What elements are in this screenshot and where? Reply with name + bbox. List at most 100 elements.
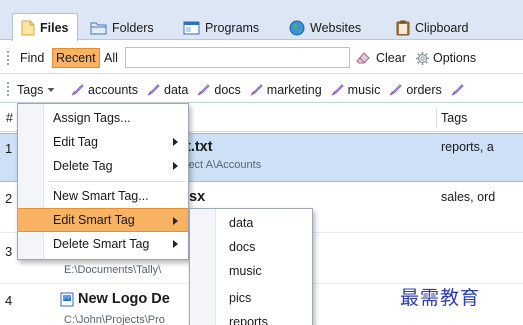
submenu-item-data[interactable]: data — [190, 211, 312, 235]
tag-label: data — [164, 82, 189, 97]
menu-item-label: Edit Tag — [53, 135, 98, 149]
tab-programs-label: Programs — [205, 20, 260, 35]
menu-separator — [48, 181, 185, 182]
tag-music[interactable]: music — [330, 82, 381, 97]
tag-icon — [451, 84, 464, 96]
eraser-icon — [356, 52, 370, 64]
tab-files[interactable]: Files — [12, 13, 78, 41]
row-title: sx — [189, 189, 205, 205]
row-number: 1 — [5, 141, 13, 156]
submenu-arrow-icon — [173, 240, 178, 248]
tag-marketing[interactable]: marketing — [249, 82, 322, 97]
tab-bar: Files Folders Programs Websites Clipboar… — [0, 0, 523, 41]
tag-orders[interactable]: orders — [388, 82, 442, 97]
tags-context-menu: Assign Tags... Edit Tag Delete Tag New S… — [17, 103, 189, 260]
chevron-down-icon — [47, 87, 55, 92]
menu-item-delete-smart-tag[interactable]: Delete Smart Tag — [18, 232, 188, 256]
tag-partial[interactable] — [450, 82, 465, 97]
tab-websites-label: Websites — [310, 20, 362, 35]
row-tags: sales, ord — [441, 190, 496, 204]
tag-label: marketing — [266, 82, 322, 97]
row-tags: reports, a — [441, 140, 494, 154]
submenu-item-pics[interactable]: pics — [190, 286, 312, 310]
image-file-icon — [60, 292, 74, 306]
tags-toolbar: Tags accounts data docs marketing music … — [0, 75, 523, 103]
submenu-item-label: music — [229, 264, 262, 278]
tab-folders[interactable]: Folders — [82, 15, 162, 40]
all-button[interactable]: All — [101, 48, 121, 68]
menu-item-label: New Smart Tag... — [53, 189, 149, 203]
tab-folders-label: Folders — [112, 20, 154, 35]
tags-label: Tags — [17, 82, 44, 97]
recent-button[interactable]: Recent — [52, 48, 100, 68]
tab-clipboard[interactable]: Clipboard — [388, 15, 477, 40]
row-title: New Logo De — [60, 291, 170, 307]
globe-icon — [289, 20, 305, 35]
row-path: E:\Documents\Tally\ — [64, 264, 162, 276]
tab-files-label: Files — [40, 20, 69, 35]
tag-accounts[interactable]: accounts — [70, 82, 138, 97]
menu-item-label: Assign Tags... — [53, 111, 131, 125]
tags-dropdown-button[interactable]: Tags — [17, 80, 55, 99]
submenu-arrow-icon — [173, 138, 178, 146]
tag-label: music — [347, 82, 381, 97]
row-path: iect A\Accounts — [186, 159, 262, 171]
menu-item-edit-smart-tag[interactable]: Edit Smart Tag — [18, 208, 188, 232]
tag-list: accounts data docs marketing music order… — [70, 80, 473, 99]
tab-programs[interactable]: Programs — [175, 15, 267, 40]
submenu-arrow-icon — [173, 217, 178, 225]
folder-icon — [90, 22, 107, 34]
tag-label: accounts — [88, 82, 139, 97]
submenu-item-label: pics — [229, 291, 252, 305]
tag-icon — [71, 84, 84, 96]
column-header-number[interactable]: # — [2, 104, 13, 132]
menu-item-label: Edit Smart Tag — [53, 213, 135, 227]
watermark-text: 最需教育 — [400, 287, 481, 309]
submenu-item-label: data — [229, 216, 254, 230]
tab-websites[interactable]: Websites — [281, 15, 369, 40]
menu-item-new-smart-tag[interactable]: New Smart Tag... — [18, 184, 188, 208]
options-button[interactable]: Options — [415, 48, 476, 68]
row-title-text: sx — [189, 189, 206, 205]
menu-item-label: Delete Tag — [53, 159, 113, 173]
clear-label: Clear — [376, 51, 406, 65]
column-header-tags[interactable]: Tags — [437, 104, 467, 132]
clipboard-icon — [396, 20, 410, 35]
tag-docs[interactable]: docs — [196, 82, 241, 97]
tag-label: docs — [214, 82, 241, 97]
row-title-text: t.txt — [186, 139, 213, 155]
tag-icon — [389, 84, 403, 96]
submenu-item-docs[interactable]: docs — [190, 235, 312, 259]
submenu-arrow-icon — [173, 162, 178, 170]
submenu-item-label: reports — [229, 315, 268, 325]
tab-clipboard-label: Clipboard — [415, 20, 469, 35]
tag-data[interactable]: data — [146, 82, 188, 97]
submenu-item-music[interactable]: music — [190, 259, 312, 283]
filter-toolbar: Find Recent All Clear Options — [0, 41, 523, 74]
toolbar-grip[interactable] — [7, 82, 9, 96]
row-number: 2 — [5, 191, 13, 206]
smart-tag-submenu: data docs music pics reports — [189, 208, 313, 325]
menu-item-assign-tags[interactable]: Assign Tags... — [18, 106, 188, 130]
menu-item-delete-tag[interactable]: Delete Tag — [18, 154, 188, 178]
row-number: 3 — [5, 244, 13, 259]
clear-button[interactable]: Clear — [355, 48, 406, 68]
row-title-text: New Logo De — [78, 291, 170, 307]
menu-item-edit-tag[interactable]: Edit Tag — [18, 130, 188, 154]
file-icon — [21, 20, 35, 35]
submenu-item-label: docs — [229, 240, 256, 254]
options-label: Options — [433, 51, 477, 65]
find-button[interactable]: Find — [17, 48, 47, 68]
gear-icon — [415, 51, 430, 65]
row-number: 4 — [5, 293, 13, 308]
tag-icon — [250, 84, 263, 96]
tag-icon — [331, 84, 344, 96]
search-input[interactable] — [125, 47, 350, 68]
tag-icon — [147, 84, 160, 96]
menu-item-label: Delete Smart Tag — [53, 237, 150, 251]
tag-icon — [198, 84, 211, 96]
toolbar-grip[interactable] — [7, 51, 9, 65]
tag-label: orders — [406, 82, 442, 97]
submenu-item-reports[interactable]: reports — [190, 310, 312, 325]
window-icon — [183, 21, 200, 34]
